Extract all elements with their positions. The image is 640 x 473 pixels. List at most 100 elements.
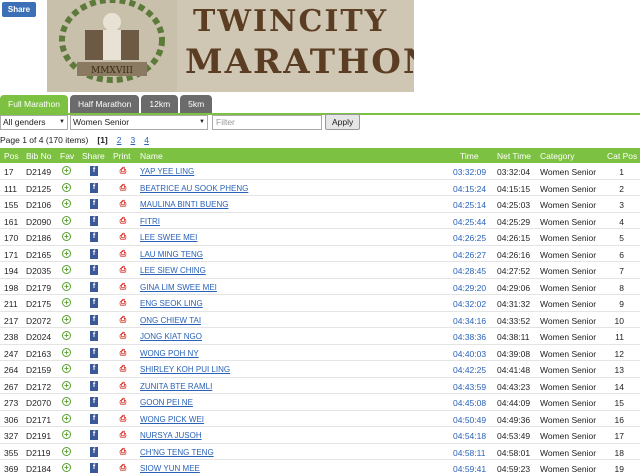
add-favorite-icon[interactable]: + (62, 314, 71, 324)
runner-name-link[interactable]: YAP YEE LING (140, 167, 194, 176)
cell-time[interactable]: 04:26:25 (453, 233, 486, 243)
pdf-print-icon[interactable]: ⎙ (119, 331, 127, 341)
runner-name-link[interactable]: MAULINA BINTI BUENG (140, 200, 228, 209)
pdf-print-icon[interactable]: ⎙ (119, 183, 127, 193)
add-favorite-icon[interactable]: + (62, 281, 71, 291)
add-favorite-icon[interactable]: + (62, 446, 71, 456)
col-bib[interactable]: Bib No (26, 151, 52, 161)
pdf-print-icon[interactable]: ⎙ (119, 282, 127, 292)
pdf-print-icon[interactable]: ⎙ (119, 298, 127, 308)
cell-time[interactable]: 04:40:03 (453, 349, 486, 359)
add-favorite-icon[interactable]: + (62, 232, 71, 241)
runner-name-link[interactable]: CH'NG TENG TENG (140, 448, 214, 457)
add-favorite-icon[interactable]: + (62, 364, 71, 373)
cell-time[interactable]: 04:32:02 (453, 299, 486, 309)
pdf-print-icon[interactable]: ⎙ (119, 430, 127, 440)
runner-name-link[interactable]: ONG CHIEW TAI (140, 316, 201, 325)
add-favorite-icon[interactable]: + (62, 397, 71, 406)
pdf-print-icon[interactable]: ⎙ (119, 414, 127, 424)
pdf-print-icon[interactable]: ⎙ (119, 447, 127, 457)
runner-name-link[interactable]: BEATRICE AU SOOK PHENG (140, 184, 248, 193)
add-favorite-icon[interactable]: + (62, 380, 71, 390)
pdf-print-icon[interactable]: ⎙ (119, 265, 127, 275)
gender-select[interactable]: All genders ▼ (0, 114, 68, 130)
facebook-share-icon[interactable]: f (90, 248, 98, 259)
cell-time[interactable]: 04:45:08 (453, 398, 486, 408)
runner-name-link[interactable]: GINA LIM SWEE MEI (140, 283, 217, 292)
col-net-time[interactable]: Net Time (497, 151, 531, 161)
tab-half-marathon[interactable]: Half Marathon (69, 95, 140, 113)
facebook-share-icon[interactable]: f (90, 430, 98, 440)
cell-time[interactable]: 04:28:45 (453, 266, 486, 276)
facebook-share-icon[interactable]: f (90, 413, 98, 424)
tab-full-marathon[interactable]: Full Marathon (0, 95, 68, 113)
share-button[interactable]: Share (2, 2, 36, 17)
runner-name-link[interactable]: FITRI (140, 217, 160, 226)
cell-time[interactable]: 04:38:36 (453, 332, 486, 342)
col-pos[interactable]: Pos (4, 151, 19, 161)
cell-time[interactable]: 04:26:27 (453, 250, 486, 260)
pdf-print-icon[interactable]: ⎙ (119, 216, 127, 226)
page-link-2[interactable]: 2 (117, 135, 122, 145)
runner-name-link[interactable]: ENG SEOK LING (140, 299, 203, 308)
cell-time[interactable]: 04:25:44 (453, 217, 486, 227)
runner-name-link[interactable]: LEE SWEE MEI (140, 233, 197, 242)
facebook-share-icon[interactable]: f (90, 463, 98, 473)
pdf-print-icon[interactable]: ⎙ (119, 348, 127, 358)
facebook-share-icon[interactable]: f (90, 446, 98, 457)
cell-time[interactable]: 04:58:11 (453, 448, 485, 458)
facebook-share-icon[interactable]: f (90, 281, 98, 292)
add-favorite-icon[interactable]: + (62, 166, 71, 175)
add-favorite-icon[interactable]: + (62, 298, 71, 307)
page-link-3[interactable]: 3 (130, 135, 135, 145)
runner-name-link[interactable]: SHIRLEY KOH PUI LING (140, 365, 230, 374)
runner-name-link[interactable]: JONG KIAT NGO (140, 332, 202, 341)
facebook-share-icon[interactable]: f (90, 364, 98, 374)
cell-time[interactable]: 04:29:20 (453, 283, 486, 293)
add-favorite-icon[interactable]: + (62, 463, 71, 472)
cell-time[interactable]: 04:42:25 (453, 365, 486, 375)
pdf-print-icon[interactable]: ⎙ (119, 249, 127, 259)
add-favorite-icon[interactable]: + (62, 347, 71, 357)
cell-time[interactable]: 04:59:41 (453, 464, 486, 473)
facebook-share-icon[interactable]: f (90, 232, 98, 242)
runner-name-link[interactable]: SIOW YUN MEE (140, 464, 200, 473)
col-time[interactable]: Time (460, 151, 479, 161)
facebook-share-icon[interactable]: f (90, 265, 98, 275)
runner-name-link[interactable]: LEE SIEW CHING (140, 266, 206, 275)
pdf-print-icon[interactable]: ⎙ (119, 166, 127, 176)
runner-name-link[interactable]: WONG PICK WEI (140, 415, 204, 424)
facebook-share-icon[interactable]: f (90, 182, 98, 193)
pdf-print-icon[interactable]: ⎙ (119, 381, 127, 391)
add-favorite-icon[interactable]: + (62, 248, 71, 258)
tab-12km[interactable]: 12km (141, 95, 179, 113)
pdf-print-icon[interactable]: ⎙ (119, 397, 127, 407)
add-favorite-icon[interactable]: + (62, 413, 71, 423)
runner-name-link[interactable]: GOON PEI NE (140, 398, 193, 407)
add-favorite-icon[interactable]: + (62, 199, 71, 208)
runner-name-link[interactable]: NURSYA JUSOH (140, 431, 202, 440)
pdf-print-icon[interactable]: ⎙ (119, 232, 127, 242)
add-favorite-icon[interactable]: + (62, 430, 71, 439)
add-favorite-icon[interactable]: + (62, 182, 71, 192)
page-link-4[interactable]: 4 (144, 135, 149, 145)
add-favorite-icon[interactable]: + (62, 215, 71, 225)
facebook-share-icon[interactable]: f (90, 215, 98, 226)
pdf-print-icon[interactable]: ⎙ (119, 364, 127, 374)
filter-input[interactable]: Filter (212, 114, 322, 130)
facebook-share-icon[interactable]: f (90, 380, 98, 391)
cell-time[interactable]: 04:50:49 (453, 415, 486, 425)
facebook-share-icon[interactable]: f (90, 347, 98, 358)
apply-button[interactable]: Apply (325, 114, 361, 130)
pdf-print-icon[interactable]: ⎙ (119, 315, 127, 325)
col-name[interactable]: Name (140, 151, 163, 161)
add-favorite-icon[interactable]: + (62, 331, 71, 340)
facebook-share-icon[interactable]: f (90, 199, 98, 209)
runner-name-link[interactable]: ZUNITA BTE RAMLI (140, 382, 212, 391)
col-category[interactable]: Category (540, 151, 575, 161)
add-favorite-icon[interactable]: + (62, 265, 71, 274)
pdf-print-icon[interactable]: ⎙ (119, 463, 127, 473)
facebook-share-icon[interactable]: f (90, 331, 98, 341)
cell-time[interactable]: 04:15:24 (453, 184, 486, 194)
runner-name-link[interactable]: LAU MING TENG (140, 250, 203, 259)
